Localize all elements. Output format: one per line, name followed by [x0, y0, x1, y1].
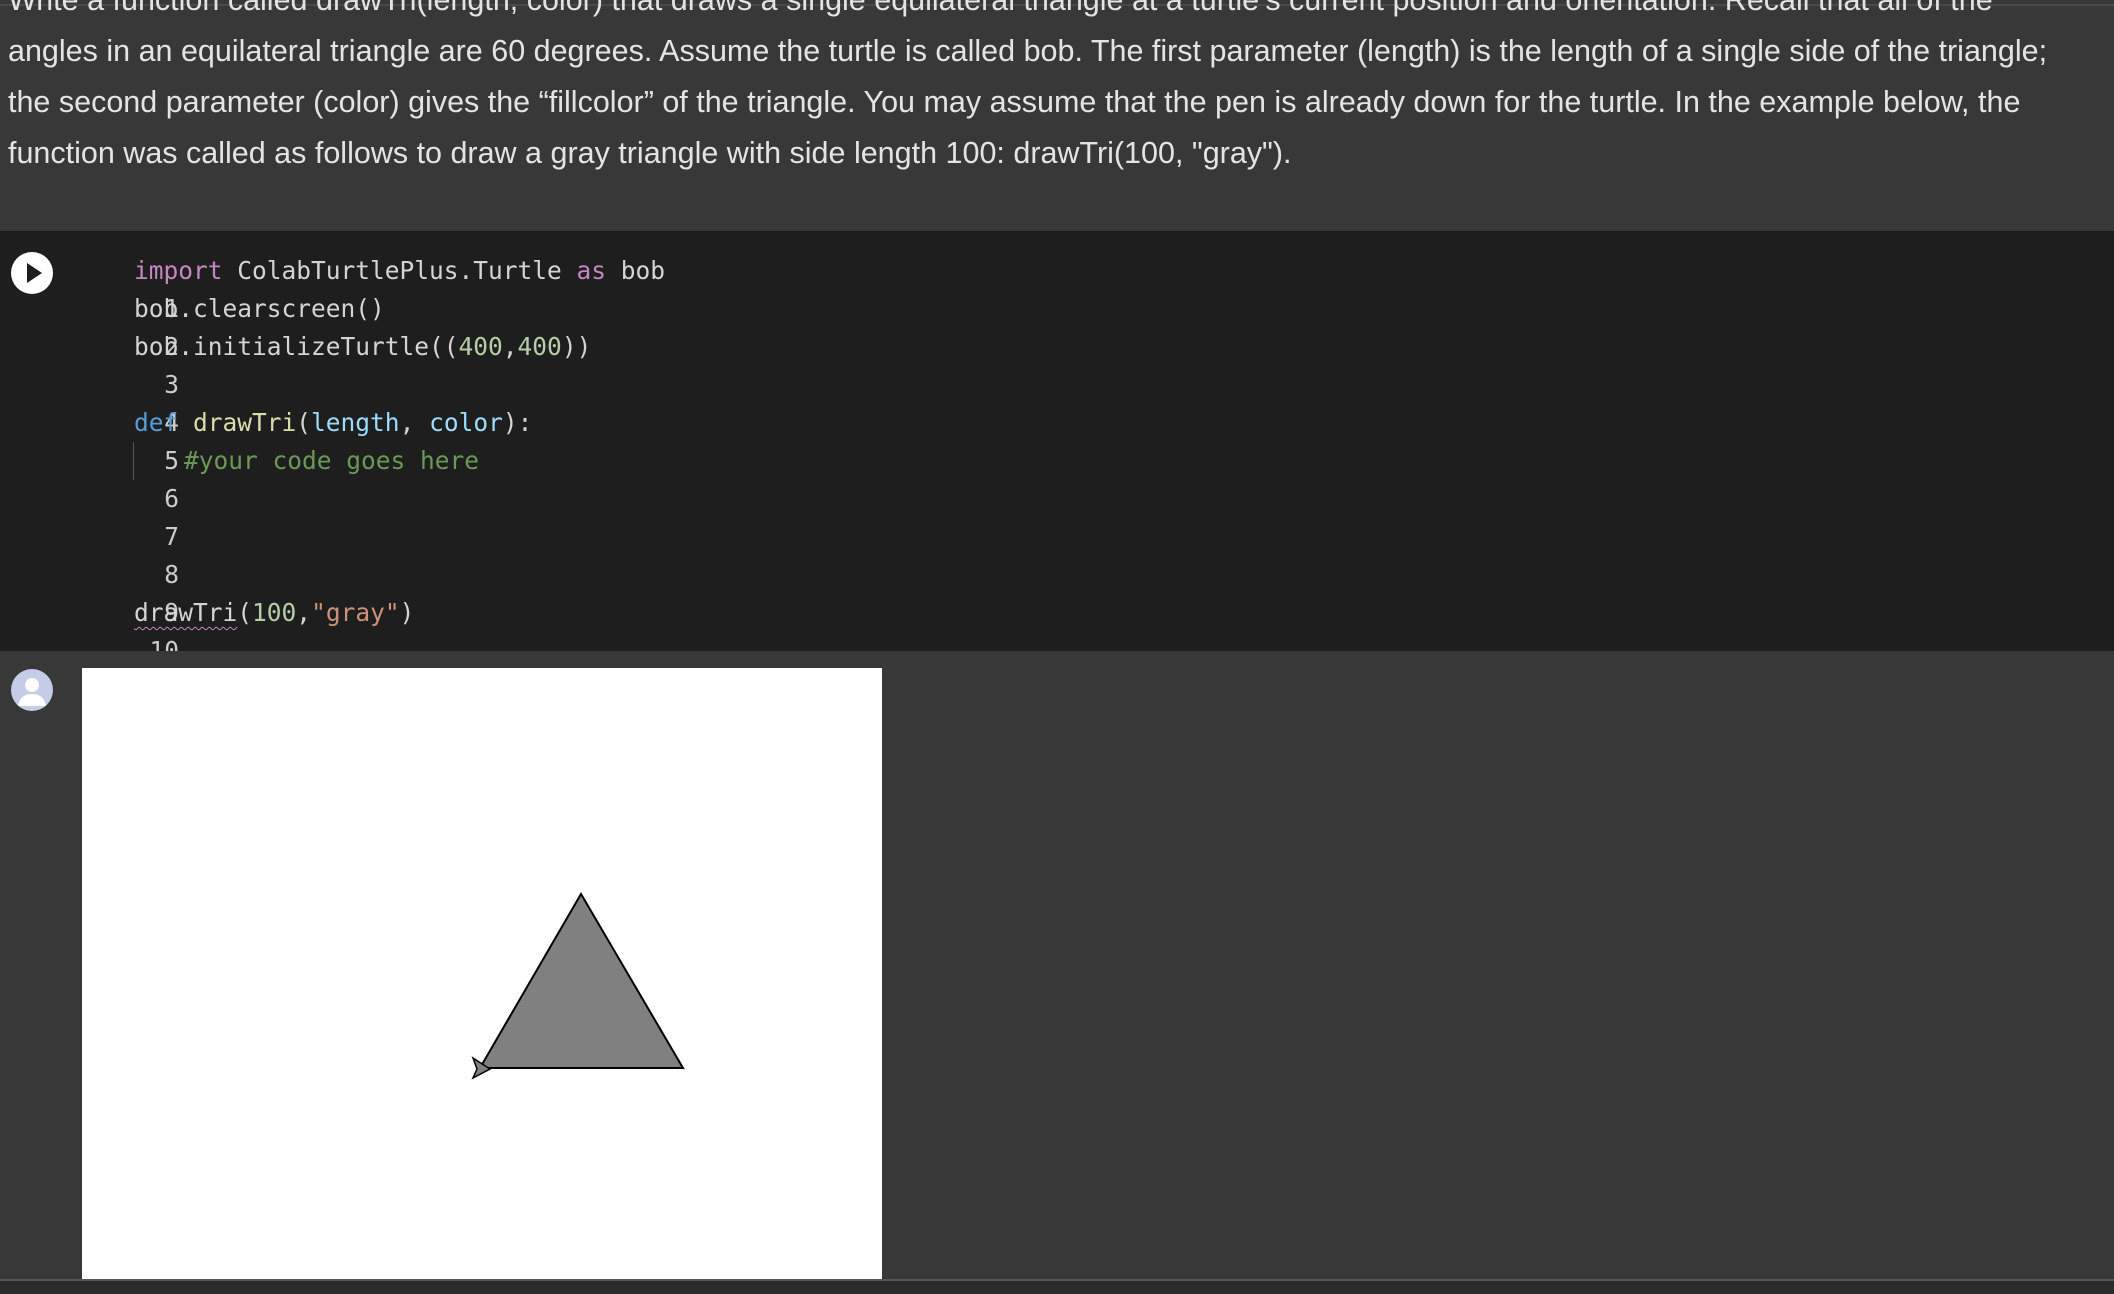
close-paren: ): [399, 598, 415, 627]
code-line: 1 import ColabTurtlePlus.Turtle as bob: [0, 252, 665, 323]
code-line: 2 bob.clearscreen(): [0, 290, 385, 361]
comma: ,: [399, 408, 430, 437]
open-paren: (: [296, 408, 312, 437]
clearscreen-call: bob.clearscreen(): [134, 294, 385, 323]
number-literal: 100: [252, 598, 297, 627]
alias-name: bob: [606, 256, 666, 285]
code-text: drawTri(100,"gray"): [134, 594, 414, 632]
parameter-length: length: [311, 408, 400, 437]
code-line: 6 #your code goes here: [0, 442, 479, 513]
code-line: 5 def drawTri(length, color):: [0, 404, 532, 475]
code-text: def drawTri(length, color):: [134, 404, 532, 442]
code-line: 3 bob.initializeTurtle((400,400)): [0, 328, 591, 399]
keyword-as: as: [576, 256, 607, 285]
filled-triangle: [478, 892, 685, 1069]
open-paren: (: [237, 598, 253, 627]
code-line: 10 drawTri(100,"gray"): [0, 594, 414, 665]
code-comment: #your code goes here: [184, 446, 480, 475]
code-text: import ColabTurtlePlus.Turtle as bob: [134, 252, 665, 290]
code-line: 8: [0, 518, 179, 589]
function-name: drawTri: [178, 408, 297, 437]
turtle-drawing: [471, 892, 685, 1080]
comma: ,: [296, 598, 312, 627]
code-text: #your code goes here: [184, 442, 479, 480]
code-line: 7: [0, 480, 179, 551]
instructions-text: Write a function called drawTri(length, …: [8, 0, 2048, 170]
bottom-edge: [0, 1279, 2114, 1294]
markdown-cell: Write a function called drawTri(length, …: [0, 0, 2114, 230]
keyword-import: import: [134, 256, 223, 285]
keyword-def: def: [134, 408, 179, 437]
code-editor[interactable]: 1 import ColabTurtlePlus.Turtle as bob 2…: [0, 252, 665, 665]
close-paren: ):: [502, 408, 533, 437]
function-call-name: drawTri: [134, 598, 238, 627]
module-name: ColabTurtlePlus.Turtle: [222, 256, 577, 285]
user-avatar-icon: [18, 678, 46, 706]
number-literal: 400: [517, 332, 562, 361]
string-literal: "gray": [311, 598, 400, 627]
code-text: bob.initializeTurtle((400,400)): [134, 328, 591, 366]
parameter-color: color: [429, 408, 503, 437]
turtle-canvas: [82, 668, 882, 1279]
code-line: 4: [0, 366, 179, 437]
output-avatar[interactable]: [11, 669, 53, 711]
code-text: bob.clearscreen(): [134, 290, 385, 328]
number-literal: 400: [458, 332, 503, 361]
code-line: 9: [0, 556, 179, 627]
comma: ,: [502, 332, 518, 361]
initialize-call: bob.initializeTurtle((: [134, 332, 459, 361]
close-paren: )): [561, 332, 592, 361]
